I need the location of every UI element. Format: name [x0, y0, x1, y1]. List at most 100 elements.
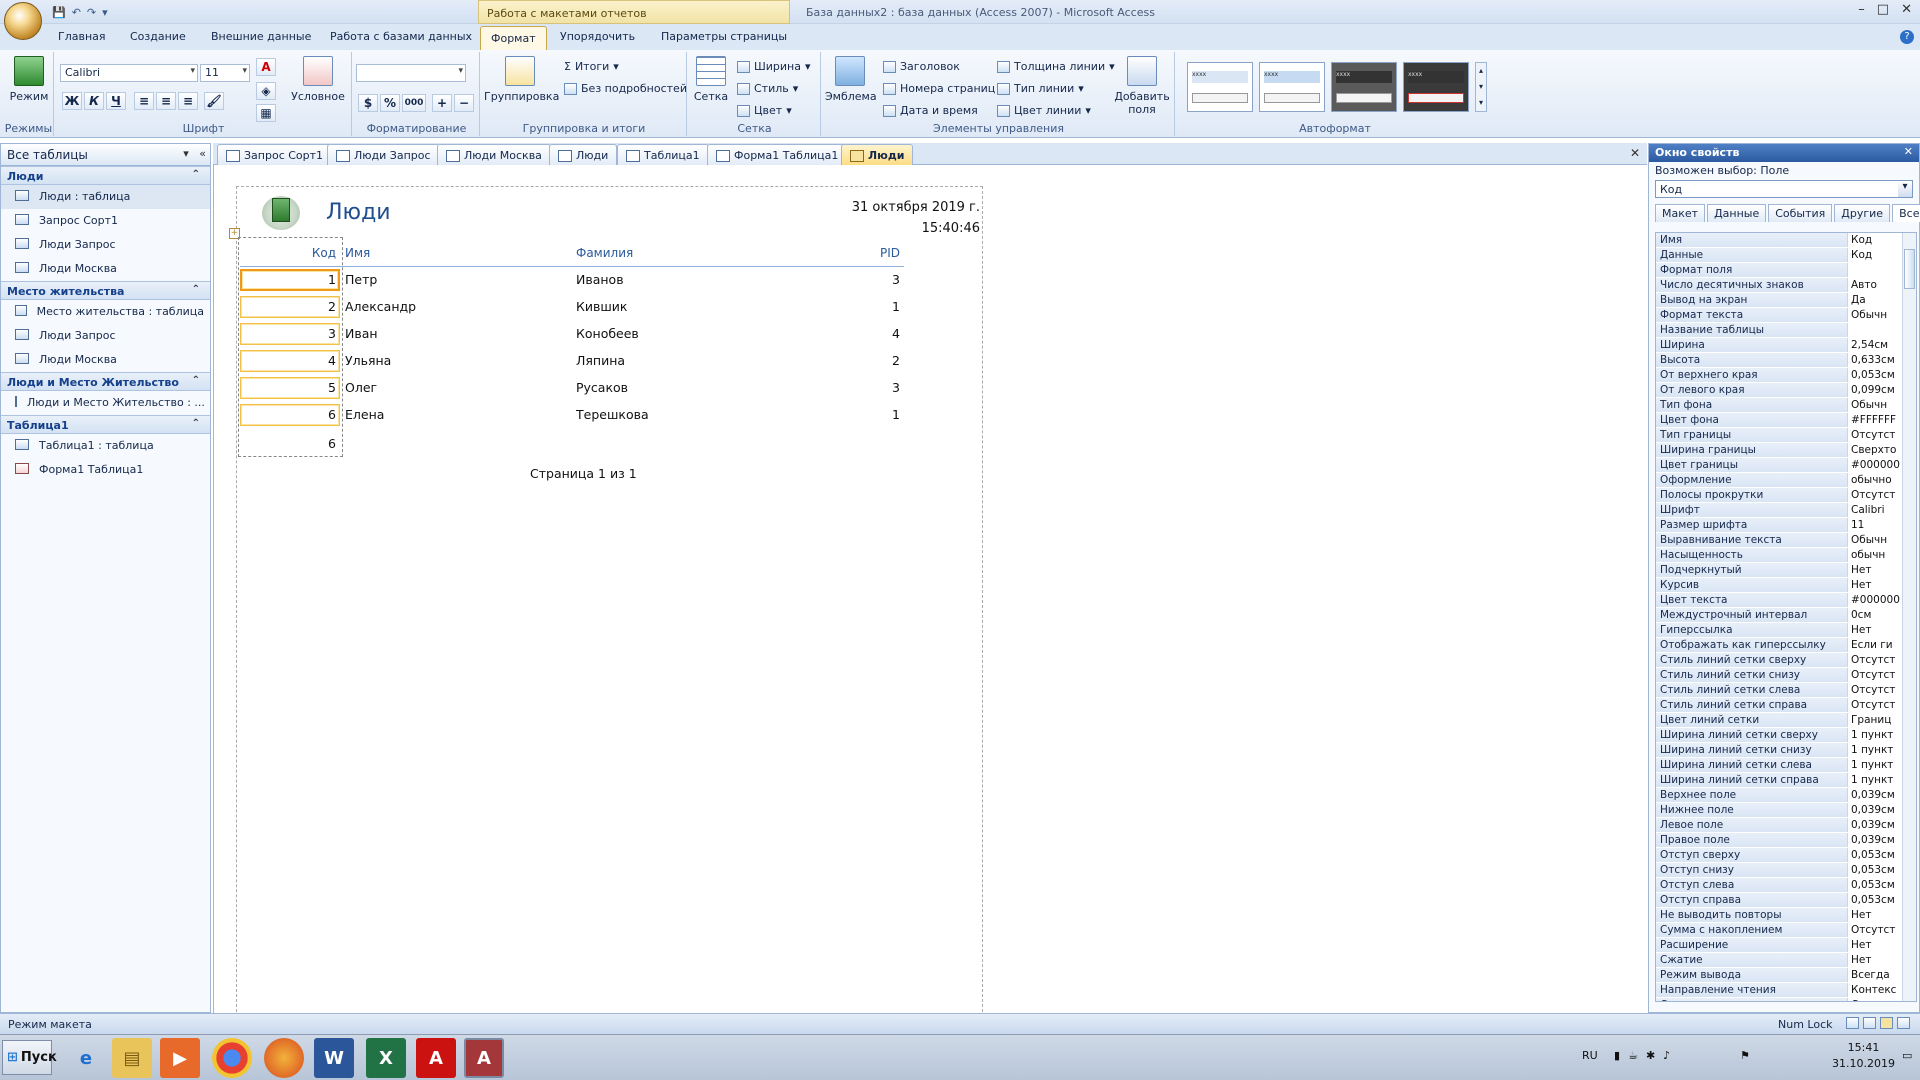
autoformat-style-4[interactable]: xxxx — [1403, 62, 1469, 112]
cell-surname[interactable]: Иванов — [576, 272, 624, 287]
language-indicator[interactable]: RU — [1582, 1049, 1598, 1062]
cell-name[interactable]: Александр — [345, 299, 416, 314]
autoformat-style-1[interactable]: xxxx — [1187, 62, 1253, 112]
property-row[interactable]: Отступ сверху 0,053см — [1656, 848, 1916, 863]
tab-external-data[interactable]: Внешние данные — [211, 30, 311, 43]
page-numbers-button[interactable]: Номера страниц — [883, 82, 995, 95]
property-row[interactable]: Ширина 2,54см — [1656, 338, 1916, 353]
prop-tab-all[interactable]: Все — [1892, 204, 1920, 222]
explorer-icon[interactable]: ▤ — [112, 1038, 152, 1078]
property-row[interactable]: Отступ справа 0,053см — [1656, 893, 1916, 908]
property-row[interactable]: Ширина линий сетки слева 1 пункт — [1656, 758, 1916, 773]
font-size-combo[interactable]: 11 — [200, 64, 250, 82]
cell-surname[interactable]: Русаков — [576, 380, 628, 395]
font-color-icon[interactable]: A — [256, 58, 276, 76]
property-row[interactable]: Не выводить повторы Нет — [1656, 908, 1916, 923]
decrease-decimal-icon[interactable]: − — [454, 94, 474, 112]
cell-name[interactable]: Елена — [345, 407, 384, 422]
totals-button[interactable]: Σ Итоги ▾ — [564, 60, 619, 73]
property-row[interactable]: Ширина линий сетки справа 1 пункт — [1656, 773, 1916, 788]
tab-home[interactable]: Главная — [58, 30, 106, 43]
firefox-icon[interactable] — [264, 1038, 304, 1078]
header-pid[interactable]: PID — [860, 246, 900, 260]
gridlines-icon[interactable]: ▦ — [256, 104, 276, 122]
property-row[interactable]: Высота 0,633см — [1656, 353, 1916, 368]
align-center-icon[interactable]: ≡ — [156, 92, 176, 110]
nav-item[interactable]: Форма1 Таблица1 — [1, 458, 210, 482]
redo-icon[interactable]: ↷ — [87, 6, 96, 19]
nav-group-table1[interactable]: Таблица1 ⌃ — [1, 415, 210, 434]
qat-customize-icon[interactable]: ▾ — [102, 6, 108, 19]
java-icon[interactable]: ☕ — [1628, 1049, 1646, 1062]
nav-group-residence[interactable]: Место жительства ⌃ — [1, 281, 210, 300]
tab-format[interactable]: Формат — [480, 26, 547, 50]
property-row[interactable]: Имя Код — [1656, 233, 1916, 248]
action-center-icon[interactable]: ⚑ — [1740, 1049, 1750, 1062]
thousands-button[interactable]: 000 — [402, 94, 426, 112]
property-row[interactable]: Правое поле 0,039см — [1656, 833, 1916, 848]
prop-tab-layout[interactable]: Макет — [1655, 204, 1706, 222]
property-row[interactable]: Отступ снизу 0,053см — [1656, 863, 1916, 878]
doc-tab-query-sort1[interactable]: Запрос Сорт1 — [217, 144, 333, 165]
property-row[interactable]: Гиперссылка Нет — [1656, 623, 1916, 638]
grid-color-button[interactable]: Цвет ▾ — [737, 104, 792, 117]
nav-header[interactable]: Все таблицы ▾ « — [1, 144, 210, 166]
property-row[interactable]: Тип границы Отсутст — [1656, 428, 1916, 443]
collapse-pane-icon[interactable]: « — [199, 147, 206, 160]
property-row[interactable]: Насыщенность обычн — [1656, 548, 1916, 563]
undo-icon[interactable]: ↶ — [72, 6, 81, 19]
nav-item[interactable]: Люди : таблица — [1, 185, 210, 209]
doc-tab-people-moscow[interactable]: Люди Москва — [437, 144, 551, 165]
acrobat-icon[interactable]: A — [416, 1038, 456, 1078]
property-row[interactable]: Цвет границы #000000 — [1656, 458, 1916, 473]
cell-pid[interactable]: 3 — [860, 380, 900, 395]
nav-item[interactable]: Люди Москва — [1, 257, 210, 281]
property-row[interactable]: Ширина границы Сверхто — [1656, 443, 1916, 458]
close-button[interactable]: ✕ — [1901, 2, 1912, 17]
property-row[interactable]: Сумма с накоплением Отсутст — [1656, 923, 1916, 938]
property-row[interactable]: Отображать как гиперссылку Если ги — [1656, 638, 1916, 653]
logo-button[interactable]: Эмблема — [825, 56, 877, 103]
property-row[interactable]: Формат текста Обычн — [1656, 308, 1916, 323]
grid-width-button[interactable]: Ширина ▾ — [737, 60, 811, 73]
property-row[interactable]: Ширина линий сетки сверху 1 пункт — [1656, 728, 1916, 743]
underline-button[interactable]: Ч — [106, 92, 126, 110]
autoformat-style-2[interactable]: xxxx — [1259, 62, 1325, 112]
property-row[interactable]: Оформление обычно — [1656, 473, 1916, 488]
start-button[interactable]: ⊞ Пуск — [2, 1040, 57, 1075]
fill-color-icon[interactable]: ◈ — [256, 82, 276, 100]
print-preview-icon[interactable] — [1863, 1017, 1876, 1029]
chevron-down-icon[interactable]: ▾ — [183, 147, 189, 160]
nav-item[interactable]: Запрос Сорт1 — [1, 209, 210, 233]
property-row[interactable]: Подчеркнутый Нет — [1656, 563, 1916, 578]
line-color-button[interactable]: Цвет линии ▾ — [997, 104, 1091, 117]
office-button[interactable] — [4, 2, 42, 40]
cell-surname[interactable]: Кившик — [576, 299, 627, 314]
hide-details-button[interactable]: Без подробностей — [564, 82, 687, 95]
autoformat-style-3[interactable]: xxxx — [1331, 62, 1397, 112]
cell-surname[interactable]: Конобеев — [576, 326, 639, 341]
property-row[interactable]: Верхнее поле 0,039см — [1656, 788, 1916, 803]
percent-button[interactable]: % — [380, 94, 400, 112]
title-button[interactable]: Заголовок — [883, 60, 960, 73]
header-name[interactable]: Имя — [345, 246, 370, 260]
italic-button[interactable]: К — [84, 92, 104, 110]
prop-tab-events[interactable]: События — [1768, 204, 1833, 222]
cell-pid[interactable]: 3 — [860, 272, 900, 287]
chrome-icon[interactable] — [212, 1038, 252, 1078]
volume-icon[interactable]: ♪ — [1663, 1049, 1678, 1062]
property-row[interactable]: От верхнего края 0,053см — [1656, 368, 1916, 383]
report-view-icon[interactable] — [1846, 1017, 1859, 1029]
layout-view-icon[interactable] — [1880, 1017, 1893, 1029]
format-combo[interactable] — [356, 64, 466, 82]
autoformat-scroll[interactable]: ▴ ▾ ▾ — [1475, 62, 1487, 112]
report-title[interactable]: Люди — [326, 200, 391, 225]
property-row[interactable]: Название таблицы — [1656, 323, 1916, 338]
property-row[interactable]: Число десятичных знаков Авто — [1656, 278, 1916, 293]
nav-group-people[interactable]: Люди ⌃ — [1, 166, 210, 185]
property-row[interactable]: Стиль линий сетки снизу Отсутст — [1656, 668, 1916, 683]
tab-create[interactable]: Создание — [130, 30, 186, 43]
cell-surname[interactable]: Ляпина — [576, 353, 625, 368]
property-row[interactable]: Согласование полосы прокруткиСистем — [1656, 998, 1916, 1001]
cell-name[interactable]: Петр — [345, 272, 377, 287]
